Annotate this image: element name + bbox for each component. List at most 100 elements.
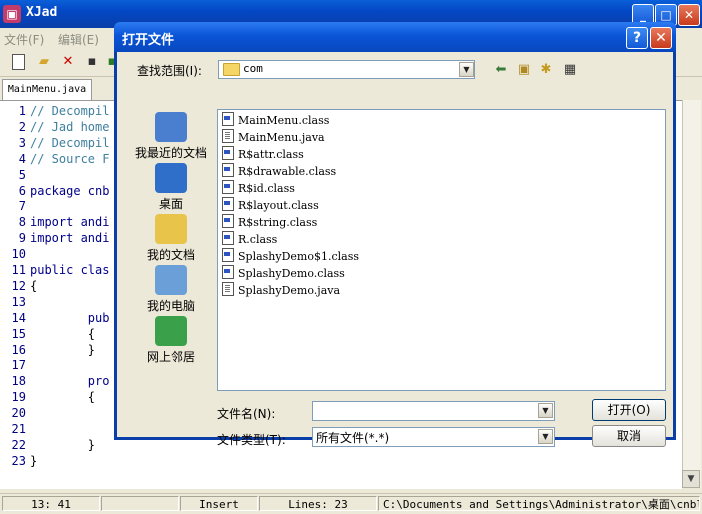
class-file-icon [222,112,234,126]
code-line: 13 [0,294,30,310]
open-folder-icon[interactable]: ▰ [36,54,52,70]
line-number: 18 [11,374,26,389]
code-line: 4 // Source F [0,151,110,167]
code-text: // Decompil [30,135,110,150]
code-text: public clas [30,263,110,277]
file-list-item[interactable]: MainMenu.class [222,112,329,128]
line-number: 13 [11,294,26,309]
class-file-icon [222,231,234,245]
file-list-item[interactable]: R.class [222,231,277,247]
file-list-item[interactable]: SplashyDemo$1.class [222,248,359,264]
place-recent-documents[interactable]: 我最近的文档 [127,112,215,161]
place-label: 网上邻居 [146,350,195,364]
look-in-value: com [243,62,263,75]
file-name: R$string.class [238,216,318,229]
code-line: 19 { [0,389,95,405]
open-button[interactable]: 打开(O) [592,399,666,421]
editor-vertical-scrollbar[interactable] [682,100,701,488]
file-name: SplashyDemo.class [238,267,345,280]
menu-file[interactable]: 文件(F) [4,31,44,48]
file-list[interactable]: MainMenu.class MainMenu.java R$attr.class R… [217,109,666,391]
line-number: 19 [11,390,26,405]
window-title: XJad [26,5,58,20]
new-file-icon[interactable] [12,54,25,70]
line-number: 8 [18,215,26,230]
file-list-item[interactable]: R$layout.class [222,197,319,213]
scroll-down-icon[interactable]: ▼ [682,470,700,488]
file-list-item[interactable]: R$drawable.class [222,163,336,179]
folder-icon [223,63,240,76]
code-text: { [30,390,96,405]
file-list-item[interactable]: R$attr.class [222,146,304,162]
code-text: { [30,278,38,293]
place-label: 我的文档 [146,248,195,262]
dialog-close-button[interactable]: ✕ [650,27,672,49]
up-folder-icon[interactable]: ▣ [515,61,533,79]
status-edit-mode: Insert [180,496,258,511]
file-list-item[interactable]: SplashyDemo.class [222,265,345,281]
line-number: 4 [18,151,26,166]
file-name: R$layout.class [238,199,319,212]
place-my-computer[interactable]: 我的电脑 [127,265,215,314]
place-my-documents[interactable]: 我的文档 [127,214,215,263]
cancel-button[interactable]: 取消 [592,425,666,447]
line-number: 23 [11,453,26,468]
statusbar: 13: 41 Insert Lines: 23 C:\Documents and… [0,493,702,514]
code-text: pro [30,374,110,389]
line-number: 15 [11,326,26,341]
java-file-icon [222,129,234,143]
close-button[interactable]: ✕ [678,4,700,26]
line-number: 22 [11,437,26,452]
file-list-item[interactable]: R$id.class [222,180,295,196]
line-number: 16 [11,342,26,357]
code-line: 11 public clas [0,262,110,278]
filename-input[interactable]: ▼ [312,401,555,421]
menu-edit[interactable]: 编辑(E) [58,31,99,48]
code-line: 9 import andi [0,230,110,246]
save-icon[interactable]: ▪ [84,54,100,70]
my-computer-icon [155,265,187,295]
code-text: // Decompil [30,104,110,118]
file-list-item[interactable]: R$string.class [222,214,317,230]
code-line: 17 [0,357,30,373]
place-network-places[interactable]: 网上邻居 [127,316,215,365]
open-file-dialog: 打开文件 ? ✕ 查找范围(I): com ▼ ⬅ ▣ ✱ ▦ 我最近的文档 桌面… [114,22,676,447]
file-name: R$id.class [238,182,295,195]
code-line: 10 [0,246,30,262]
code-line: 3 // Decompil [0,135,110,151]
place-label: 我的电脑 [146,299,195,313]
file-list-item[interactable]: MainMenu.java [222,129,325,145]
recent-documents-icon [155,112,187,142]
places-bar: 我最近的文档桌面我的文档我的电脑网上邻居 [127,112,215,382]
back-arrow-icon[interactable]: ⬅ [492,61,510,79]
tab-mainmenu-java[interactable]: MainMenu.java [2,79,92,100]
delete-icon[interactable]: ✕ [60,54,76,70]
class-file-icon [222,214,234,228]
line-number: 10 [11,247,26,262]
class-file-icon [222,265,234,279]
line-number: 3 [18,135,26,150]
place-desktop[interactable]: 桌面 [127,163,215,212]
code-text: { [30,326,96,341]
filetype-select[interactable]: 所有文件(*.*) ▼ [312,427,555,447]
chevron-down-icon[interactable]: ▼ [459,62,474,77]
place-label: 我最近的文档 [134,146,207,160]
filename-label: 文件名(N): [217,407,276,421]
status-file-path: C:\Documents and Settings\Administrator\… [378,496,700,511]
dialog-body: 查找范围(I): com ▼ ⬅ ▣ ✱ ▦ 我最近的文档 桌面 我的文档 我的电脑网… [117,52,673,447]
dialog-help-button[interactable]: ? [626,27,648,49]
code-text: // Source F [30,151,110,166]
file-name: MainMenu.java [238,131,325,144]
chevron-down-icon[interactable]: ▼ [538,403,553,418]
new-folder-icon[interactable]: ✱ [537,61,555,79]
class-file-icon [222,180,234,194]
chevron-down-icon[interactable]: ▼ [538,429,553,444]
view-menu-icon[interactable]: ▦ [561,61,579,79]
code-line: 21 [0,421,30,437]
code-line: 14 pub [0,310,110,326]
file-list-item[interactable]: SplashyDemo.java [222,282,340,298]
dialog-titlebar: 打开文件 ? ✕ [114,22,676,52]
code-line: 6 package cnb [0,183,110,199]
look-in-combo[interactable]: com ▼ [218,60,475,79]
desktop-icon [155,163,187,193]
